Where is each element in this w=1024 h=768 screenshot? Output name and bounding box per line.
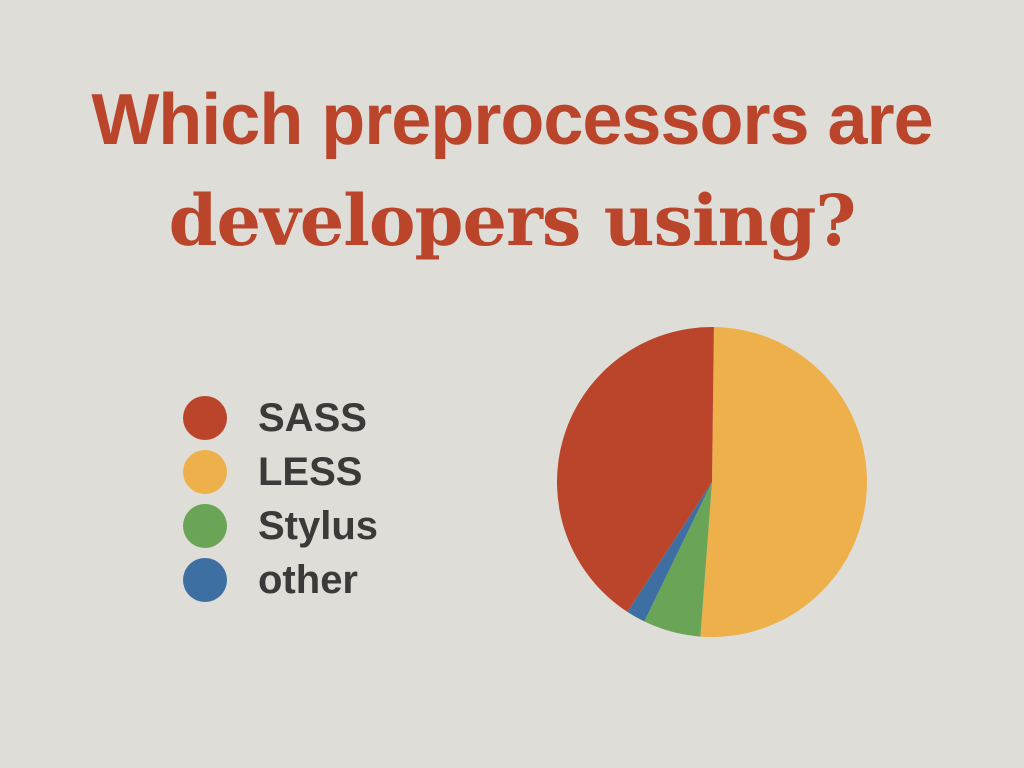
legend-item-other: other <box>183 553 463 607</box>
legend-swatch-less <box>183 450 227 494</box>
legend-label-stylus: Stylus <box>258 504 379 548</box>
legend-label-sass: SASS <box>258 396 367 440</box>
legend-swatch-sass <box>183 396 227 440</box>
legend-item-less: LESS <box>183 445 463 499</box>
chart-legend: SASS LESS Stylus other <box>183 391 463 607</box>
legend-item-stylus: Stylus <box>183 499 463 553</box>
legend-swatch-stylus <box>183 504 227 548</box>
legend-label-less: LESS <box>258 450 363 494</box>
legend-label-other: other <box>258 558 358 602</box>
pie-chart <box>557 327 868 637</box>
legend-swatch-other <box>183 558 227 602</box>
chart-title-line-2: developers using? <box>168 179 857 262</box>
legend-item-sass: SASS <box>183 391 463 445</box>
chart-title-line-1: Which preprocessors are <box>91 80 933 160</box>
pie-slice-less <box>700 327 868 637</box>
